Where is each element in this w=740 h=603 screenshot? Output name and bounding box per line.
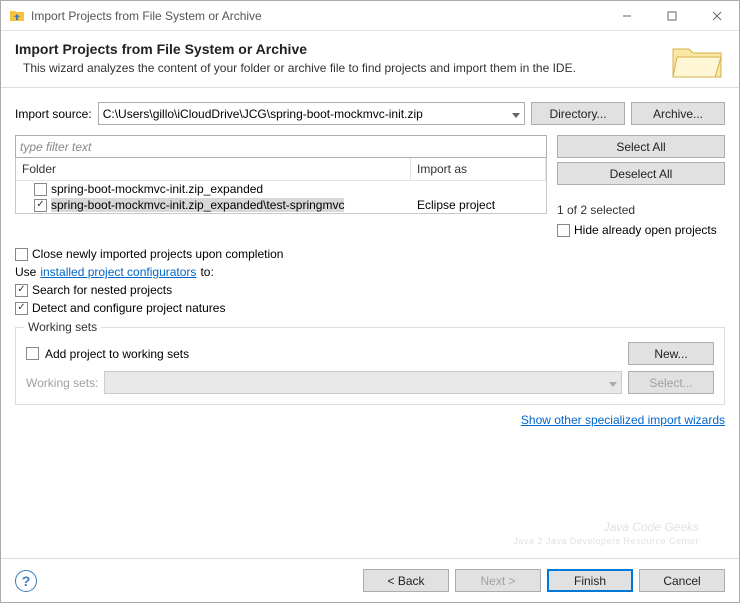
installed-configurators-link[interactable]: installed project configurators xyxy=(40,265,196,279)
watermark-main: Java Code Geeks xyxy=(604,520,699,534)
table-header: Folder Import as xyxy=(16,158,546,181)
column-folder[interactable]: Folder xyxy=(16,158,411,180)
import-source-row: Import source: C:\Users\gillo\iCloudDriv… xyxy=(15,102,725,125)
table-row[interactable]: spring-boot-mockmvc-init.zip_expanded\te… xyxy=(16,197,546,213)
deselect-all-button[interactable]: Deselect All xyxy=(557,162,725,185)
wizard-banner: Import Projects from File System or Arch… xyxy=(1,31,739,88)
select-all-button[interactable]: Select All xyxy=(557,135,725,158)
use-configurators-suffix: to: xyxy=(200,265,213,279)
selection-side-column: Select All Deselect All 1 of 2 selected … xyxy=(557,135,725,239)
working-sets-combo xyxy=(104,371,622,394)
finish-button[interactable]: Finish xyxy=(547,569,633,592)
row-checkbox[interactable] xyxy=(34,183,47,196)
show-other-wizards-link[interactable]: Show other specialized import wizards xyxy=(521,413,725,427)
working-sets-new-button[interactable]: New... xyxy=(628,342,714,365)
search-nested-checkbox[interactable] xyxy=(15,284,28,297)
directory-button[interactable]: Directory... xyxy=(531,102,625,125)
titlebar: Import Projects from File System or Arch… xyxy=(1,1,739,31)
folder-open-icon xyxy=(669,39,725,86)
import-source-combo[interactable]: C:\Users\gillo\iCloudDrive\JCG\spring-bo… xyxy=(98,102,525,125)
detect-natures-checkbox[interactable] xyxy=(15,302,28,315)
close-button[interactable] xyxy=(694,1,739,31)
close-on-import-label: Close newly imported projects upon compl… xyxy=(32,247,283,261)
row-import-as: Eclipse project xyxy=(411,198,546,212)
chevron-down-icon xyxy=(512,107,520,121)
maximize-button[interactable] xyxy=(649,1,694,31)
chevron-down-icon xyxy=(609,376,617,390)
row-checkbox[interactable] xyxy=(34,199,47,212)
column-import-as[interactable]: Import as xyxy=(411,158,546,180)
window-title: Import Projects from File System or Arch… xyxy=(31,9,604,23)
row-folder-label: spring-boot-mockmvc-init.zip_expanded\te… xyxy=(51,198,344,212)
search-nested-label: Search for nested projects xyxy=(32,283,172,297)
add-to-working-sets-checkbox[interactable] xyxy=(26,347,39,360)
cancel-button[interactable]: Cancel xyxy=(639,569,725,592)
banner-description: This wizard analyzes the content of your… xyxy=(15,61,725,75)
selection-status: 1 of 2 selected xyxy=(557,189,725,217)
watermark-sub: Java 2 Java Developers Resource Center xyxy=(513,537,699,546)
projects-area: type filter text Folder Import as spring… xyxy=(15,135,725,239)
close-on-import-checkbox[interactable] xyxy=(15,248,28,261)
wizard-footer: ? < Back Next > Finish Cancel xyxy=(1,558,739,602)
hide-open-label: Hide already open projects xyxy=(574,223,717,237)
next-button: Next > xyxy=(455,569,541,592)
detect-natures-label: Detect and configure project natures xyxy=(32,301,225,315)
watermark: Java Code Geeks Java 2 Java Developers R… xyxy=(513,509,699,546)
banner-heading: Import Projects from File System or Arch… xyxy=(15,41,725,57)
working-sets-select-button: Select... xyxy=(628,371,714,394)
import-source-label: Import source: xyxy=(15,107,92,121)
archive-button[interactable]: Archive... xyxy=(631,102,725,125)
working-sets-legend: Working sets xyxy=(24,320,101,334)
add-to-working-sets-label: Add project to working sets xyxy=(45,347,622,361)
row-folder-label: spring-boot-mockmvc-init.zip_expanded xyxy=(51,182,263,196)
window-controls xyxy=(604,1,739,31)
projects-table: Folder Import as spring-boot-mockmvc-ini… xyxy=(15,158,547,214)
wizard-content: Import source: C:\Users\gillo\iCloudDriv… xyxy=(1,88,739,441)
import-source-value: C:\Users\gillo\iCloudDrive\JCG\spring-bo… xyxy=(103,107,512,121)
back-button[interactable]: < Back xyxy=(363,569,449,592)
filter-input[interactable]: type filter text xyxy=(15,135,547,158)
hide-open-checkbox[interactable] xyxy=(557,224,570,237)
use-configurators-prefix: Use xyxy=(15,265,36,279)
help-icon[interactable]: ? xyxy=(15,570,37,592)
table-row[interactable]: spring-boot-mockmvc-init.zip_expanded xyxy=(16,181,546,197)
working-sets-label: Working sets: xyxy=(26,376,98,390)
minimize-button[interactable] xyxy=(604,1,649,31)
working-sets-group: Working sets Add project to working sets… xyxy=(15,327,725,405)
import-wizard-icon xyxy=(9,8,25,24)
